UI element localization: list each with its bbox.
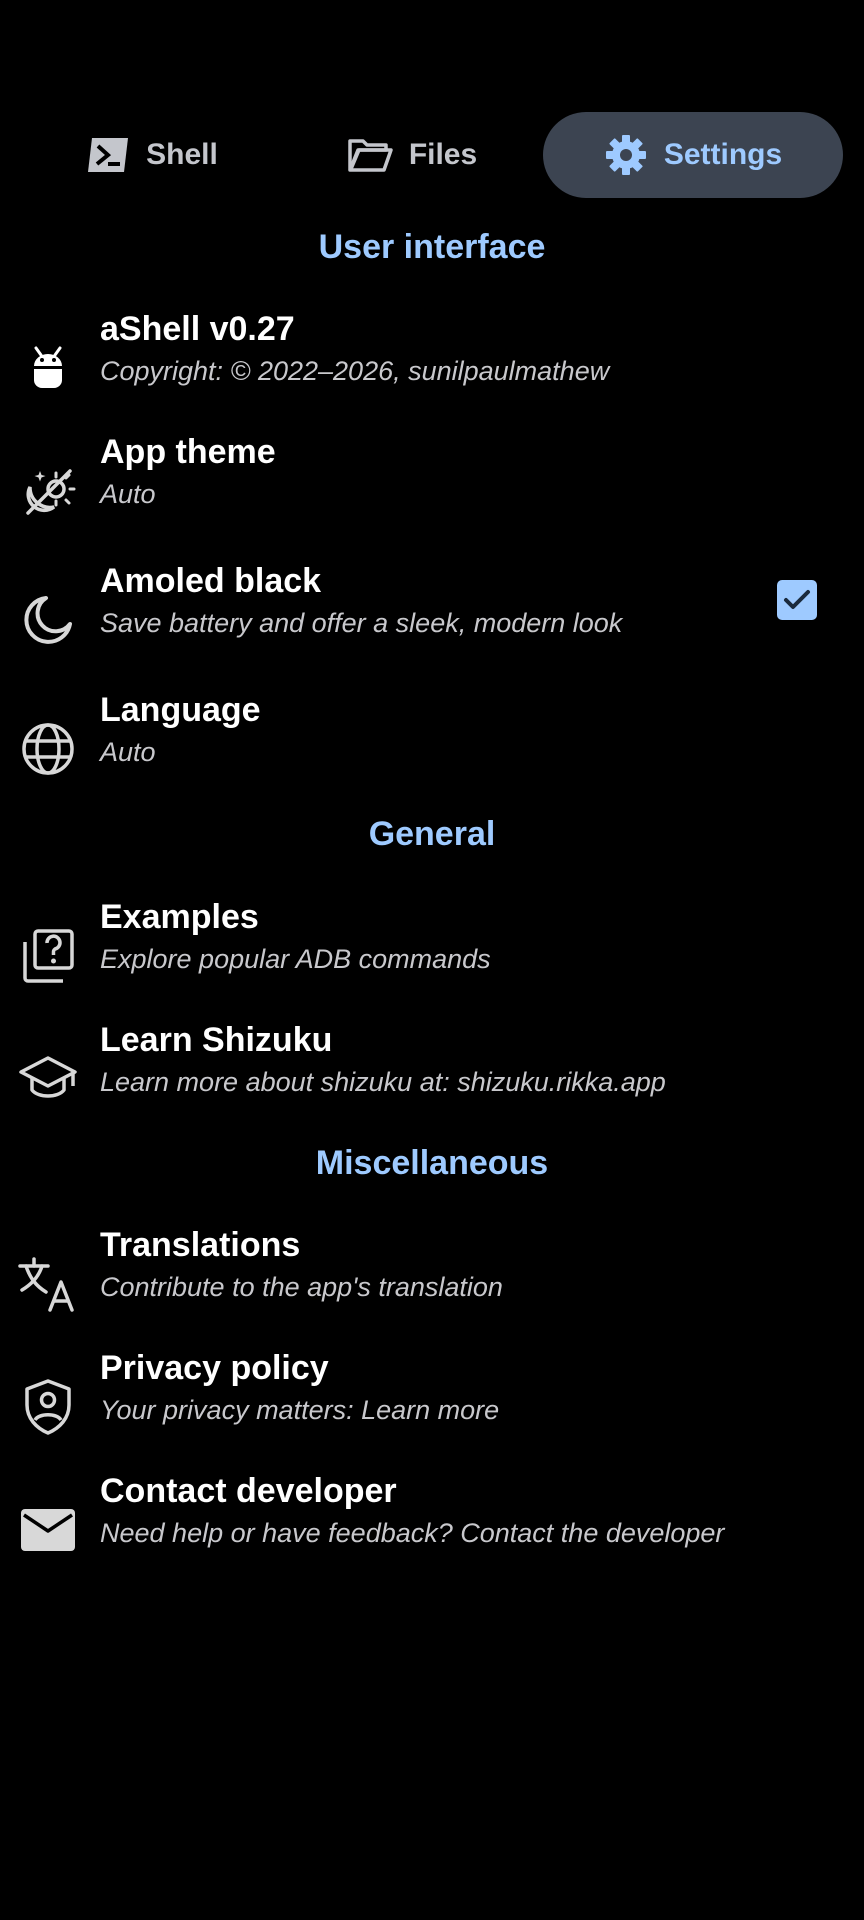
folder-icon xyxy=(347,137,393,173)
language-value: Auto xyxy=(100,737,156,767)
tab-settings-label: Settings xyxy=(663,138,783,171)
examples-title: Examples xyxy=(100,898,259,936)
android-icon xyxy=(18,338,78,398)
tab-bar: Shell Files Settings xyxy=(0,112,864,198)
gear-icon xyxy=(604,133,648,177)
language-title: Language xyxy=(100,691,261,729)
tab-settings[interactable]: Settings xyxy=(543,112,843,198)
about-title: aShell v0.27 xyxy=(100,310,295,348)
settings-item-translations[interactable]: Translations Contribute to the app's tra… xyxy=(0,1226,864,1336)
theme-auto-icon xyxy=(18,461,78,521)
tab-shell[interactable]: Shell xyxy=(30,112,274,198)
terminal-icon xyxy=(86,136,130,174)
amoled-black-title: Amoled black xyxy=(100,562,322,600)
check-icon xyxy=(784,590,810,609)
settings-item-app-theme[interactable]: App theme Auto xyxy=(0,433,864,543)
privacy-policy-subtitle: Your privacy matters: Learn more xyxy=(100,1395,500,1425)
examples-subtitle: Explore popular ADB commands xyxy=(100,944,491,974)
tab-files[interactable]: Files xyxy=(290,112,534,198)
translations-title: Translations xyxy=(100,1226,301,1264)
app-theme-value: Auto xyxy=(100,479,156,509)
tab-files-label: Files xyxy=(408,138,478,171)
amoled-black-subtitle: Save battery and offer a sleek, modern l… xyxy=(100,608,623,638)
settings-item-examples[interactable]: Examples Explore popular ADB commands xyxy=(0,898,864,1008)
settings-item-contact-developer[interactable]: Contact developer Need help or have feed… xyxy=(0,1472,864,1582)
school-icon xyxy=(18,1049,78,1109)
contact-developer-title: Contact developer xyxy=(100,1472,397,1510)
section-header-general: General xyxy=(368,815,496,853)
globe-icon xyxy=(18,719,78,779)
settings-item-amoled-black[interactable]: Amoled black Save battery and offer a sl… xyxy=(0,562,864,672)
amoled-black-checkbox[interactable] xyxy=(777,580,817,620)
app-theme-title: App theme xyxy=(100,433,276,471)
help-library-icon xyxy=(18,926,78,986)
shield-person-icon xyxy=(18,1377,78,1437)
about-subtitle: Copyright: © 2022–2026, sunilpaulmathew xyxy=(100,356,610,386)
settings-item-language[interactable]: Language Auto xyxy=(0,691,864,801)
learn-shizuku-title: Learn Shizuku xyxy=(100,1021,333,1059)
moon-icon xyxy=(18,590,78,650)
translations-subtitle: Contribute to the app's translation xyxy=(100,1272,503,1302)
section-header-user-interface: User interface xyxy=(318,228,546,266)
settings-item-about[interactable]: aShell v0.27 Copyright: © 2022–2026, sun… xyxy=(0,310,864,420)
section-header-miscellaneous: Miscellaneous xyxy=(315,1144,549,1182)
learn-shizuku-subtitle: Learn more about shizuku at: shizuku.rik… xyxy=(100,1067,666,1097)
translate-icon xyxy=(18,1254,78,1314)
settings-item-privacy-policy[interactable]: Privacy policy Your privacy matters: Lea… xyxy=(0,1349,864,1459)
tab-shell-label: Shell xyxy=(146,138,218,171)
contact-developer-subtitle: Need help or have feedback? Contact the … xyxy=(100,1518,725,1548)
mail-icon xyxy=(18,1500,78,1560)
settings-item-learn-shizuku[interactable]: Learn Shizuku Learn more about shizuku a… xyxy=(0,1021,864,1131)
privacy-policy-title: Privacy policy xyxy=(100,1349,329,1387)
